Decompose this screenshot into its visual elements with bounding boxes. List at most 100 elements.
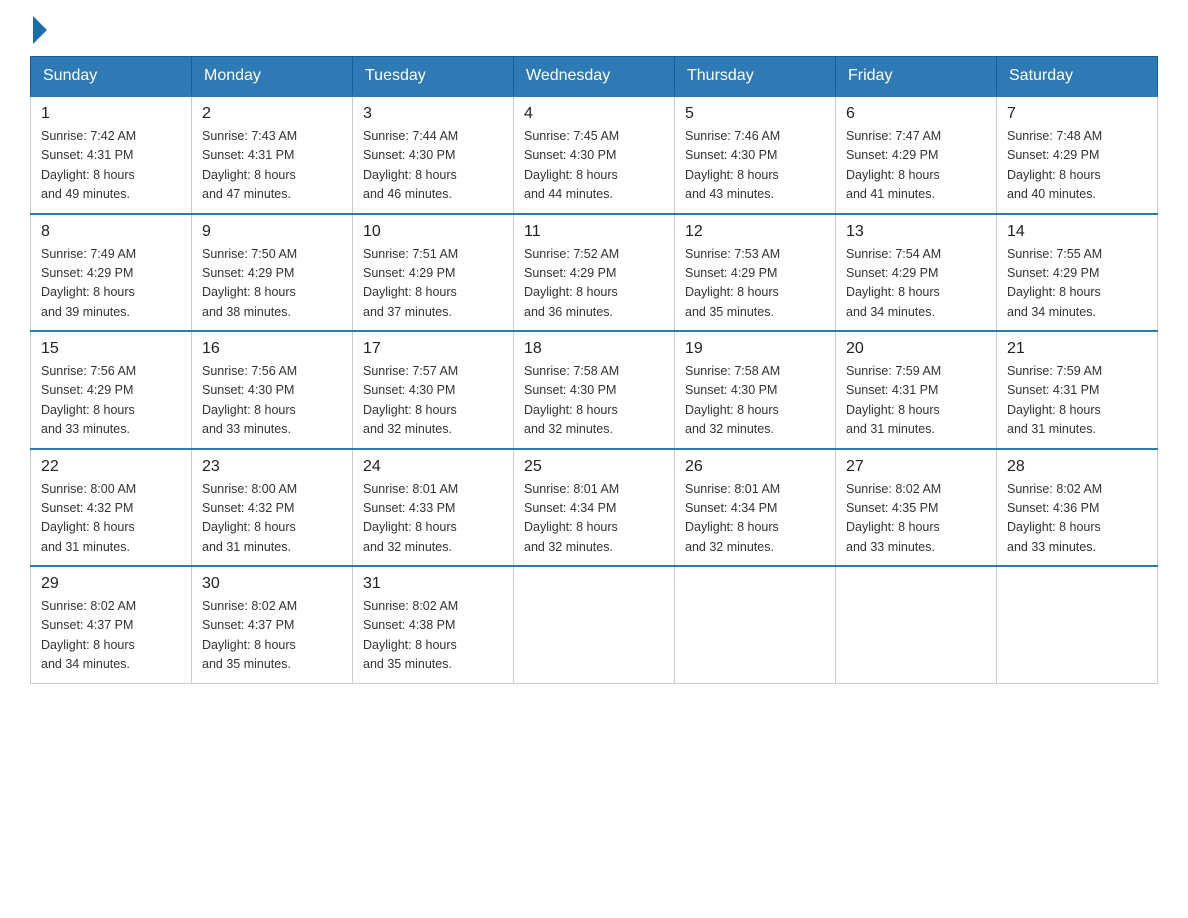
table-row [836,566,997,683]
calendar-week-row: 29 Sunrise: 8:02 AMSunset: 4:37 PMDaylig… [31,566,1158,683]
calendar-header-row: Sunday Monday Tuesday Wednesday Thursday… [31,57,1158,97]
table-row: 16 Sunrise: 7:56 AMSunset: 4:30 PMDaylig… [192,331,353,449]
day-number: 3 [363,105,503,123]
table-row: 18 Sunrise: 7:58 AMSunset: 4:30 PMDaylig… [514,331,675,449]
day-number: 31 [363,575,503,593]
day-info: Sunrise: 7:45 AMSunset: 4:30 PMDaylight:… [524,127,664,205]
day-info: Sunrise: 7:56 AMSunset: 4:29 PMDaylight:… [41,362,181,440]
day-number: 28 [1007,458,1147,476]
day-number: 2 [202,105,342,123]
day-number: 8 [41,223,181,241]
page-header [30,20,1158,38]
day-info: Sunrise: 7:55 AMSunset: 4:29 PMDaylight:… [1007,245,1147,323]
header-monday: Monday [192,57,353,97]
table-row: 25 Sunrise: 8:01 AMSunset: 4:34 PMDaylig… [514,449,675,567]
day-number: 15 [41,340,181,358]
day-number: 6 [846,105,986,123]
day-info: Sunrise: 8:01 AMSunset: 4:34 PMDaylight:… [524,480,664,558]
day-info: Sunrise: 7:43 AMSunset: 4:31 PMDaylight:… [202,127,342,205]
table-row: 12 Sunrise: 7:53 AMSunset: 4:29 PMDaylig… [675,214,836,332]
calendar-week-row: 15 Sunrise: 7:56 AMSunset: 4:29 PMDaylig… [31,331,1158,449]
day-info: Sunrise: 7:58 AMSunset: 4:30 PMDaylight:… [524,362,664,440]
table-row [675,566,836,683]
day-info: Sunrise: 8:02 AMSunset: 4:38 PMDaylight:… [363,597,503,675]
day-info: Sunrise: 7:54 AMSunset: 4:29 PMDaylight:… [846,245,986,323]
calendar-week-row: 8 Sunrise: 7:49 AMSunset: 4:29 PMDayligh… [31,214,1158,332]
table-row: 26 Sunrise: 8:01 AMSunset: 4:34 PMDaylig… [675,449,836,567]
day-info: Sunrise: 7:59 AMSunset: 4:31 PMDaylight:… [1007,362,1147,440]
day-info: Sunrise: 7:49 AMSunset: 4:29 PMDaylight:… [41,245,181,323]
table-row: 6 Sunrise: 7:47 AMSunset: 4:29 PMDayligh… [836,96,997,214]
table-row: 28 Sunrise: 8:02 AMSunset: 4:36 PMDaylig… [997,449,1158,567]
table-row: 23 Sunrise: 8:00 AMSunset: 4:32 PMDaylig… [192,449,353,567]
day-info: Sunrise: 8:02 AMSunset: 4:36 PMDaylight:… [1007,480,1147,558]
header-friday: Friday [836,57,997,97]
day-number: 18 [524,340,664,358]
day-info: Sunrise: 7:51 AMSunset: 4:29 PMDaylight:… [363,245,503,323]
table-row: 29 Sunrise: 8:02 AMSunset: 4:37 PMDaylig… [31,566,192,683]
table-row: 22 Sunrise: 8:00 AMSunset: 4:32 PMDaylig… [31,449,192,567]
day-info: Sunrise: 7:46 AMSunset: 4:30 PMDaylight:… [685,127,825,205]
day-number: 16 [202,340,342,358]
table-row [997,566,1158,683]
day-number: 25 [524,458,664,476]
table-row: 7 Sunrise: 7:48 AMSunset: 4:29 PMDayligh… [997,96,1158,214]
day-number: 13 [846,223,986,241]
table-row: 9 Sunrise: 7:50 AMSunset: 4:29 PMDayligh… [192,214,353,332]
header-thursday: Thursday [675,57,836,97]
table-row: 11 Sunrise: 7:52 AMSunset: 4:29 PMDaylig… [514,214,675,332]
day-number: 1 [41,105,181,123]
day-number: 26 [685,458,825,476]
day-number: 5 [685,105,825,123]
table-row: 5 Sunrise: 7:46 AMSunset: 4:30 PMDayligh… [675,96,836,214]
day-number: 29 [41,575,181,593]
day-number: 9 [202,223,342,241]
day-info: Sunrise: 7:44 AMSunset: 4:30 PMDaylight:… [363,127,503,205]
header-sunday: Sunday [31,57,192,97]
day-info: Sunrise: 7:48 AMSunset: 4:29 PMDaylight:… [1007,127,1147,205]
calendar-table: Sunday Monday Tuesday Wednesday Thursday… [30,56,1158,684]
day-info: Sunrise: 8:01 AMSunset: 4:34 PMDaylight:… [685,480,825,558]
day-number: 27 [846,458,986,476]
day-number: 11 [524,223,664,241]
logo [30,20,47,38]
calendar-week-row: 22 Sunrise: 8:00 AMSunset: 4:32 PMDaylig… [31,449,1158,567]
day-number: 14 [1007,223,1147,241]
table-row: 3 Sunrise: 7:44 AMSunset: 4:30 PMDayligh… [353,96,514,214]
day-info: Sunrise: 7:56 AMSunset: 4:30 PMDaylight:… [202,362,342,440]
header-wednesday: Wednesday [514,57,675,97]
day-info: Sunrise: 8:00 AMSunset: 4:32 PMDaylight:… [202,480,342,558]
table-row: 15 Sunrise: 7:56 AMSunset: 4:29 PMDaylig… [31,331,192,449]
header-tuesday: Tuesday [353,57,514,97]
day-number: 23 [202,458,342,476]
calendar-week-row: 1 Sunrise: 7:42 AMSunset: 4:31 PMDayligh… [31,96,1158,214]
day-info: Sunrise: 7:42 AMSunset: 4:31 PMDaylight:… [41,127,181,205]
day-info: Sunrise: 7:57 AMSunset: 4:30 PMDaylight:… [363,362,503,440]
day-info: Sunrise: 8:00 AMSunset: 4:32 PMDaylight:… [41,480,181,558]
day-info: Sunrise: 8:02 AMSunset: 4:37 PMDaylight:… [202,597,342,675]
day-number: 24 [363,458,503,476]
logo-triangle-icon [33,16,47,44]
day-info: Sunrise: 7:53 AMSunset: 4:29 PMDaylight:… [685,245,825,323]
table-row: 10 Sunrise: 7:51 AMSunset: 4:29 PMDaylig… [353,214,514,332]
table-row: 20 Sunrise: 7:59 AMSunset: 4:31 PMDaylig… [836,331,997,449]
table-row: 14 Sunrise: 7:55 AMSunset: 4:29 PMDaylig… [997,214,1158,332]
table-row: 1 Sunrise: 7:42 AMSunset: 4:31 PMDayligh… [31,96,192,214]
day-info: Sunrise: 7:52 AMSunset: 4:29 PMDaylight:… [524,245,664,323]
header-saturday: Saturday [997,57,1158,97]
table-row: 31 Sunrise: 8:02 AMSunset: 4:38 PMDaylig… [353,566,514,683]
table-row: 24 Sunrise: 8:01 AMSunset: 4:33 PMDaylig… [353,449,514,567]
day-number: 20 [846,340,986,358]
day-number: 12 [685,223,825,241]
table-row: 21 Sunrise: 7:59 AMSunset: 4:31 PMDaylig… [997,331,1158,449]
table-row [514,566,675,683]
table-row: 17 Sunrise: 7:57 AMSunset: 4:30 PMDaylig… [353,331,514,449]
day-info: Sunrise: 7:58 AMSunset: 4:30 PMDaylight:… [685,362,825,440]
day-info: Sunrise: 7:59 AMSunset: 4:31 PMDaylight:… [846,362,986,440]
day-number: 4 [524,105,664,123]
day-info: Sunrise: 8:02 AMSunset: 4:35 PMDaylight:… [846,480,986,558]
table-row: 4 Sunrise: 7:45 AMSunset: 4:30 PMDayligh… [514,96,675,214]
day-info: Sunrise: 7:47 AMSunset: 4:29 PMDaylight:… [846,127,986,205]
day-info: Sunrise: 8:02 AMSunset: 4:37 PMDaylight:… [41,597,181,675]
table-row: 8 Sunrise: 7:49 AMSunset: 4:29 PMDayligh… [31,214,192,332]
